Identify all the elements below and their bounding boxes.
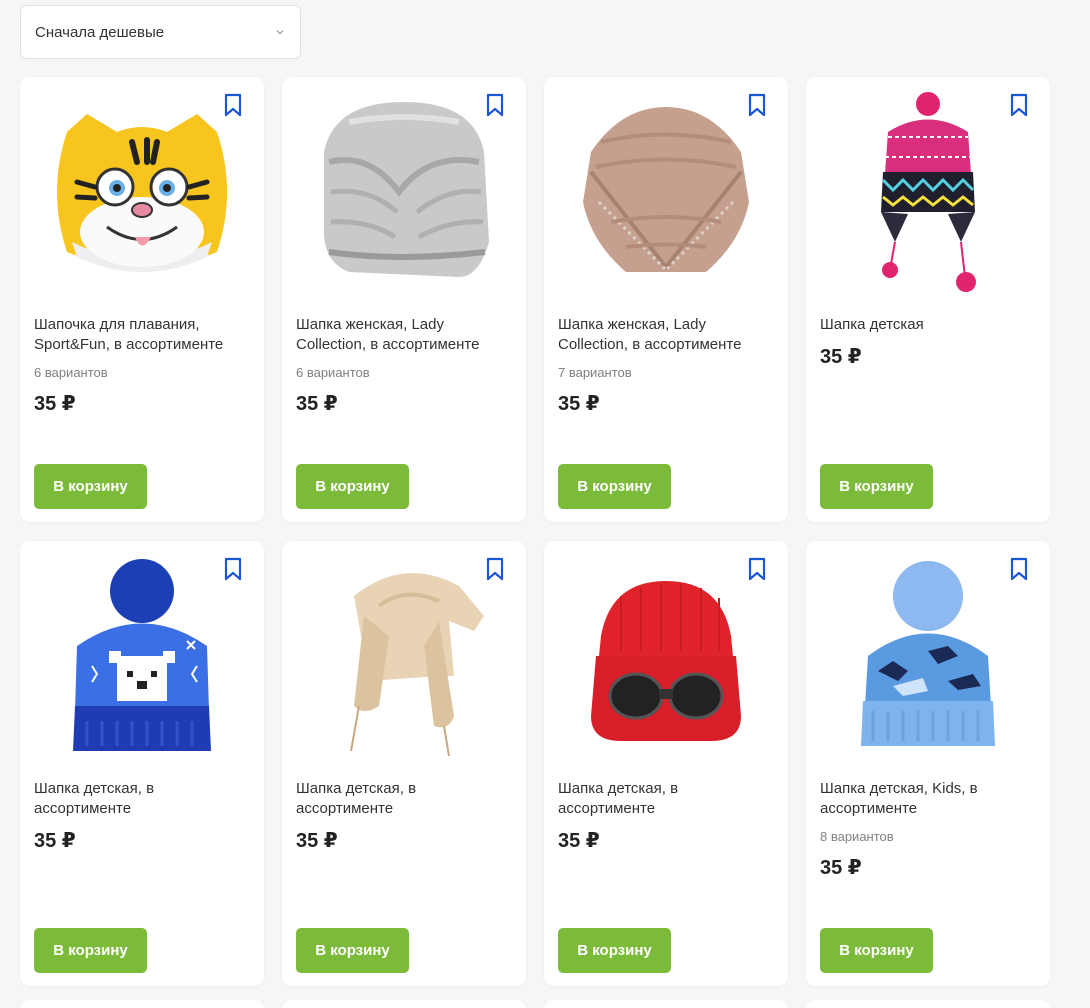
sort-dropdown[interactable]: Сначала дешевые — [20, 5, 301, 59]
add-to-cart-button[interactable]: В корзину — [296, 928, 409, 973]
product-card[interactable]: Шапка детская, в ассортименте 35 ₽ В кор… — [282, 541, 526, 986]
product-title[interactable]: Шапочка для плавания, Sport&Fun, в ассор… — [34, 315, 250, 355]
product-card[interactable]: Шапка детская, Kids, в ассортименте 8 ва… — [806, 541, 1050, 986]
beige-turban-hat-image — [583, 107, 749, 272]
product-variants: 6 вариантов — [296, 365, 370, 380]
product-price: 35 ₽ — [34, 830, 76, 852]
product-grid: Шапочка для плавания, Sport&Fun, в ассор… — [20, 77, 1050, 986]
product-title[interactable]: Шапка детская — [820, 315, 1036, 335]
product-card[interactable]: Шапка детская, в ассортименте 35 ₽ В кор… — [20, 541, 264, 986]
add-to-cart-button[interactable]: В корзину — [820, 928, 933, 973]
product-price: 35 ₽ — [558, 393, 600, 415]
knit-earflap-hat-image — [881, 92, 976, 292]
product-image[interactable] — [34, 551, 250, 761]
polar-bear-beanie-image — [73, 559, 211, 751]
product-image[interactable] — [558, 87, 774, 297]
add-to-cart-button[interactable]: В корзину — [558, 464, 671, 509]
product-image[interactable] — [820, 87, 1036, 297]
product-variants: 8 вариантов — [820, 829, 894, 844]
next-row-partial — [20, 1000, 1050, 1008]
product-image[interactable] — [296, 87, 512, 297]
add-to-cart-button[interactable]: В корзину — [34, 464, 147, 509]
blue-dino-beanie-image — [861, 561, 995, 746]
product-price: 35 ₽ — [34, 393, 76, 415]
product-title[interactable]: Шапка детская, в ассортименте — [558, 779, 774, 819]
product-image[interactable] — [558, 551, 774, 761]
product-price: 35 ₽ — [820, 857, 862, 879]
product-card-partial — [20, 1000, 264, 1008]
product-price: 35 ₽ — [296, 830, 338, 852]
add-to-cart-button[interactable]: В корзину — [34, 928, 147, 973]
product-card-partial — [282, 1000, 526, 1008]
product-title[interactable]: Шапка детская, Kids, в ассортименте — [820, 779, 1036, 819]
grey-turban-hat-image — [324, 102, 489, 277]
add-to-cart-button[interactable]: В корзину — [296, 464, 409, 509]
product-card[interactable]: Шапка детская, в ассортименте 35 ₽ В кор… — [544, 541, 788, 986]
product-image[interactable] — [820, 551, 1036, 761]
tiger-swim-cap-image — [57, 114, 227, 272]
product-image[interactable] — [296, 551, 512, 761]
product-card[interactable]: Шапка женская, Lady Collection, в ассорт… — [282, 77, 526, 522]
product-variants: 7 вариантов — [558, 365, 632, 380]
product-title[interactable]: Шапка женская, Lady Collection, в ассорт… — [558, 315, 774, 355]
product-price: 35 ₽ — [820, 346, 862, 368]
product-title[interactable]: Шапка детская, в ассортименте — [296, 779, 512, 819]
fur-ushanka-image — [350, 573, 484, 756]
catalog-page: Сначала дешевые Шапочка для плавания, Sp… — [0, 0, 1090, 1008]
product-card[interactable]: Шапка женская, Lady Collection, в ассорт… — [544, 77, 788, 522]
add-to-cart-button[interactable]: В корзину — [558, 928, 671, 973]
product-title[interactable]: Шапка детская, в ассортименте — [34, 779, 250, 819]
add-to-cart-button[interactable]: В корзину — [820, 464, 933, 509]
chevron-down-icon — [276, 30, 284, 35]
sort-dropdown-value: Сначала дешевые — [35, 23, 165, 41]
red-goggle-beanie-image — [591, 581, 741, 741]
product-card[interactable]: Шапка детская 35 ₽ В корзину — [806, 77, 1050, 522]
product-image[interactable] — [34, 87, 250, 297]
product-price: 35 ₽ — [296, 393, 338, 415]
product-card[interactable]: Шапочка для плавания, Sport&Fun, в ассор… — [20, 77, 264, 522]
product-title[interactable]: Шапка женская, Lady Collection, в ассорт… — [296, 315, 512, 355]
product-price: 35 ₽ — [558, 830, 600, 852]
product-variants: 6 вариантов — [34, 365, 108, 380]
product-card-partial — [544, 1000, 788, 1008]
product-card-partial — [806, 1000, 1050, 1008]
